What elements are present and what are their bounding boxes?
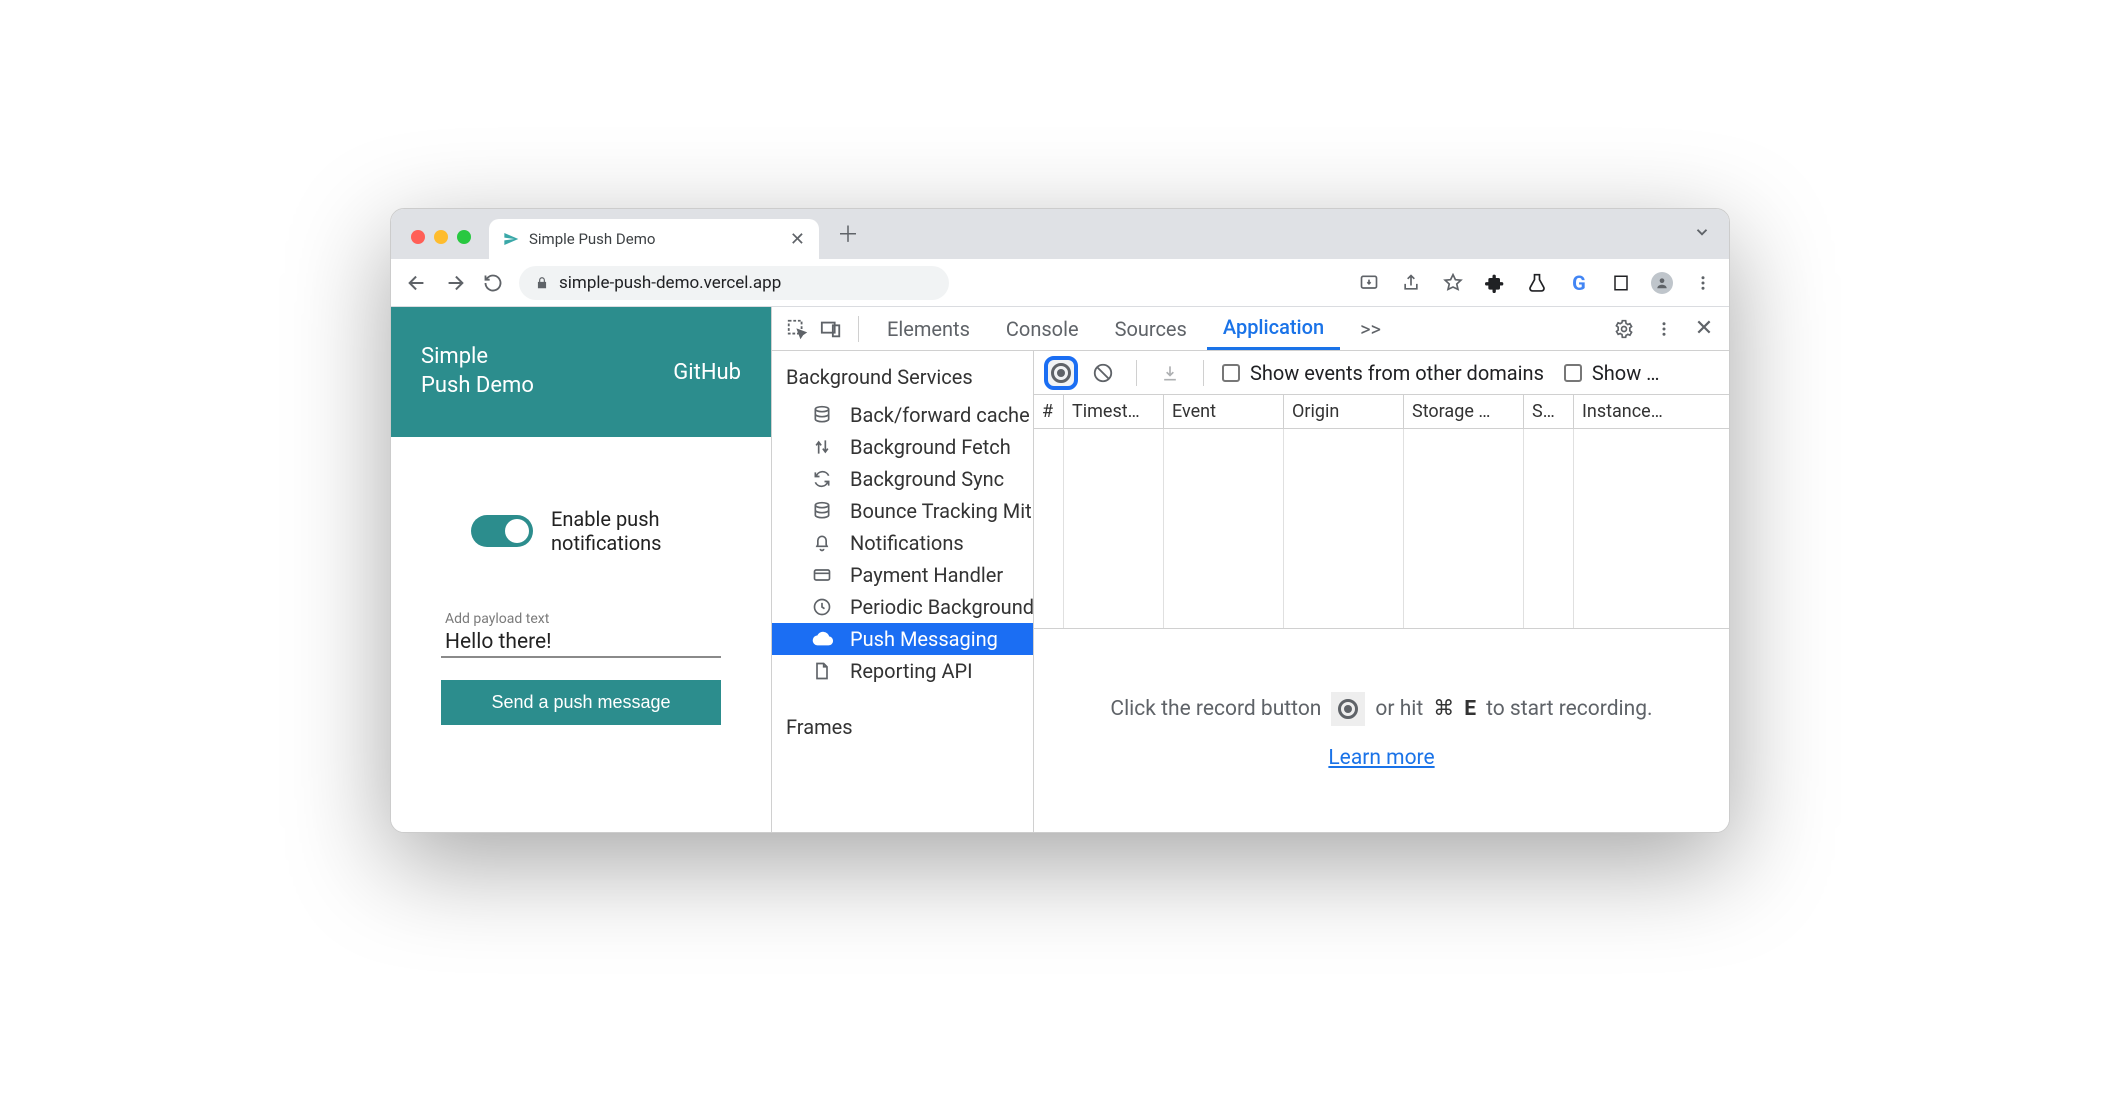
close-tab-icon[interactable]: ✕ [790, 229, 805, 250]
record-icon [1331, 692, 1365, 726]
col-origin[interactable]: Origin [1284, 395, 1404, 428]
sidebar-item-notifications[interactable]: Notifications [772, 527, 1033, 559]
back-button[interactable] [405, 271, 429, 295]
new-tab-button[interactable]: ＋ [833, 217, 863, 249]
paper-plane-icon [503, 231, 519, 247]
reload-button[interactable] [481, 271, 505, 295]
show-truncated-label: Show … [1592, 361, 1660, 385]
learn-more-link[interactable]: Learn more [1328, 746, 1434, 770]
enable-push-toggle[interactable] [471, 515, 533, 547]
lock-icon [535, 276, 549, 290]
github-link[interactable]: GitHub [673, 360, 741, 385]
sidebar-category: Background Services [772, 351, 1033, 399]
payload-label: Add payload text [445, 611, 717, 627]
sidebar-item-background-sync[interactable]: Background Sync [772, 463, 1033, 495]
tab-overflow-icon[interactable] [1693, 223, 1711, 241]
tabs-overflow[interactable]: >> [1344, 307, 1397, 350]
device-toolbar-icon[interactable] [816, 314, 846, 344]
profile-avatar[interactable] [1651, 272, 1673, 294]
toolbar: simple-push-demo.vercel.app G [391, 259, 1729, 307]
extensions-icon[interactable] [1483, 271, 1507, 295]
tab-application[interactable]: Application [1207, 307, 1340, 350]
window-controls [411, 230, 471, 244]
devtools-close-icon[interactable]: ✕ [1689, 314, 1719, 344]
up-down-arrows-icon [812, 437, 836, 457]
payload-value: Hello there! [445, 630, 717, 654]
minimize-window-button[interactable] [434, 230, 448, 244]
google-icon[interactable]: G [1567, 271, 1591, 295]
toggle-label-line1: Enable push [551, 507, 661, 531]
close-window-button[interactable] [411, 230, 425, 244]
tab-strip: Simple Push Demo ✕ ＋ [391, 209, 1729, 259]
page-header: Simple Push Demo GitHub [391, 307, 771, 437]
sidebar-item-back-forward-cache[interactable]: Back/forward cache [772, 399, 1033, 431]
bookmark-star-icon[interactable] [1441, 271, 1465, 295]
payload-input[interactable]: Add payload text Hello there! [441, 605, 721, 658]
col-timestamp[interactable]: Timest… [1064, 395, 1164, 428]
database-icon [812, 405, 836, 425]
tab-elements[interactable]: Elements [871, 307, 986, 350]
devtools-sidebar: Background Services Back/forward cache B… [772, 351, 1034, 832]
devtools-main: Show events from other domains Show … # … [1034, 351, 1729, 832]
url-text: simple-push-demo.vercel.app [559, 273, 781, 293]
browser-tab[interactable]: Simple Push Demo ✕ [489, 219, 819, 259]
sidebar-item-push-messaging[interactable]: Push Messaging [772, 623, 1033, 655]
sidebar-item-payment-handler[interactable]: Payment Handler [772, 559, 1033, 591]
labs-icon[interactable] [1525, 271, 1549, 295]
show-other-domains-label: Show events from other domains [1250, 361, 1544, 385]
sidebar-item-periodic-sync[interactable]: Periodic Background Sync [772, 591, 1033, 623]
devtools-panel: Elements Console Sources Application >> … [771, 307, 1729, 832]
kebab-menu-icon[interactable] [1691, 271, 1715, 295]
share-icon[interactable] [1399, 271, 1423, 295]
tab-sources[interactable]: Sources [1099, 307, 1203, 350]
events-table-header: # Timest… Event Origin Storage … S… Inst… [1034, 395, 1729, 429]
page-title-line1: Simple [421, 343, 534, 372]
col-s[interactable]: S… [1524, 395, 1574, 428]
events-table-body [1034, 429, 1729, 629]
col-index[interactable]: # [1034, 395, 1064, 428]
database-icon [812, 501, 836, 521]
document-icon [812, 661, 836, 681]
show-other-domains-checkbox[interactable] [1222, 364, 1240, 382]
devtools-tabbar: Elements Console Sources Application >> … [772, 307, 1729, 351]
install-app-icon[interactable] [1357, 271, 1381, 295]
download-icon[interactable] [1155, 358, 1185, 388]
sidebar-item-background-fetch[interactable]: Background Fetch [772, 431, 1033, 463]
tab-console[interactable]: Console [990, 307, 1095, 350]
record-button[interactable] [1044, 356, 1078, 390]
events-toolbar: Show events from other domains Show … [1034, 351, 1729, 395]
show-truncated-checkbox[interactable] [1564, 364, 1582, 382]
send-push-button[interactable]: Send a push message [441, 680, 721, 725]
col-instance[interactable]: Instance… [1574, 395, 1729, 428]
reading-list-icon[interactable] [1609, 271, 1633, 295]
settings-gear-icon[interactable] [1609, 314, 1639, 344]
forward-button[interactable] [443, 271, 467, 295]
page-title-line2: Push Demo [421, 372, 534, 401]
browser-window: Simple Push Demo ✕ ＋ simple-push-demo.ve… [390, 208, 1730, 833]
sidebar-category-frames: Frames [772, 701, 1033, 749]
maximize-window-button[interactable] [457, 230, 471, 244]
sync-icon [812, 469, 836, 489]
clock-icon [812, 597, 836, 617]
bell-icon [812, 533, 836, 553]
card-icon [812, 565, 836, 585]
tab-title: Simple Push Demo [529, 230, 655, 248]
page-content: Simple Push Demo GitHub Enable push noti… [391, 307, 771, 832]
sidebar-item-bounce-tracking[interactable]: Bounce Tracking Mitigation [772, 495, 1033, 527]
cloud-icon [812, 628, 836, 650]
col-event[interactable]: Event [1164, 395, 1284, 428]
toggle-label-line2: notifications [551, 531, 661, 555]
recording-hint: Click the record button or hit ⌘ E to st… [1034, 629, 1729, 832]
devtools-kebab-icon[interactable] [1649, 314, 1679, 344]
inspect-element-icon[interactable] [782, 314, 812, 344]
sidebar-item-reporting-api[interactable]: Reporting API [772, 655, 1033, 687]
address-bar[interactable]: simple-push-demo.vercel.app [519, 266, 949, 300]
col-storage[interactable]: Storage … [1404, 395, 1524, 428]
clear-icon[interactable] [1088, 358, 1118, 388]
